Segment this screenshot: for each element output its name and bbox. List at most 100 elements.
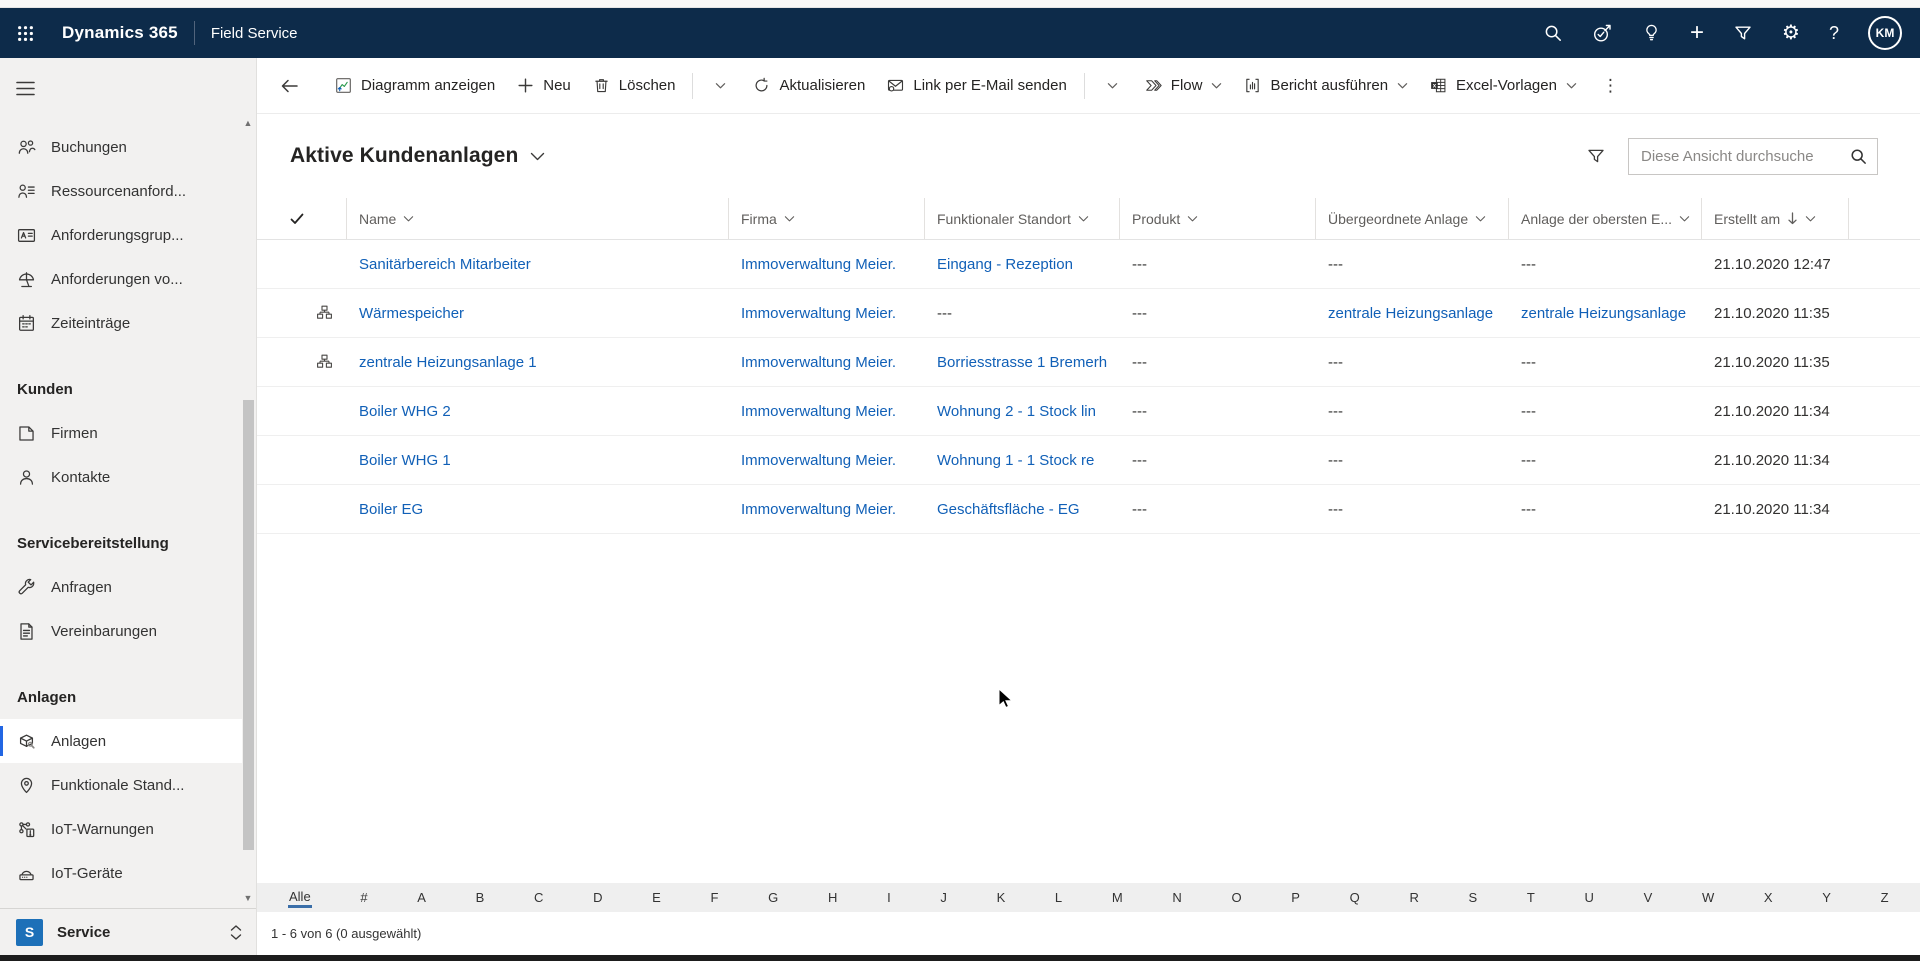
asset-name-link[interactable]: zentrale Heizungsanlage 1 — [347, 338, 729, 386]
excel-templates-button[interactable]: x Excel-Vorlagen — [1419, 67, 1588, 105]
alpha-filter[interactable]: I — [886, 888, 892, 907]
column-header-erstellt-am[interactable]: Erstellt am — [1702, 198, 1849, 239]
sidebar-item-anforderungsgruppen[interactable]: Anforderungsgrup... — [0, 213, 242, 257]
column-header-name[interactable]: Name — [347, 198, 729, 239]
alpha-filter[interactable]: L — [1054, 888, 1063, 907]
sidebar-item-kontakte[interactable]: Kontakte — [0, 455, 242, 499]
sidebar-item-iot-geraete[interactable]: IoT-Geräte — [0, 851, 242, 895]
column-header-funktionaler-standort[interactable]: Funktionaler Standort — [925, 198, 1120, 239]
table-row[interactable]: Boiler WHG 1 Immoverwaltung Meier. Wohnu… — [257, 436, 1920, 485]
search-icon[interactable] — [1849, 147, 1868, 166]
standort-link[interactable]: Wohnung 2 - 1 Stock lin — [925, 387, 1120, 435]
column-header-produkt[interactable]: Produkt — [1120, 198, 1316, 239]
hierarchy-icon[interactable] — [316, 305, 333, 322]
alpha-filter-alle[interactable]: Alle — [288, 887, 312, 908]
firma-link[interactable]: Immoverwaltung Meier. — [729, 436, 925, 484]
firma-link[interactable]: Immoverwaltung Meier. — [729, 485, 925, 533]
alpha-filter[interactable]: D — [592, 888, 603, 907]
app-name[interactable]: Field Service — [211, 25, 298, 42]
asset-name-link[interactable]: Boiler EG — [347, 485, 729, 533]
search-icon[interactable] — [1543, 23, 1563, 43]
delete-button[interactable]: Löschen — [582, 67, 687, 105]
sidebar-item-ressourcenanforderungen[interactable]: Ressourcenanford... — [0, 169, 242, 213]
sidebar-scrollbar[interactable]: ▲ ▼ — [242, 118, 255, 903]
firma-link[interactable]: Immoverwaltung Meier. — [729, 338, 925, 386]
alpha-filter[interactable]: Q — [1349, 888, 1361, 907]
alpha-filter[interactable]: P — [1290, 888, 1301, 907]
table-row[interactable]: Boiler EG Immoverwaltung Meier. Geschäft… — [257, 485, 1920, 534]
sidebar-item-anforderungen-von[interactable]: Anforderungen vo... — [0, 257, 242, 301]
anlage-oberste-link[interactable]: zentrale Heizungsanlage — [1509, 289, 1702, 337]
sidebar-item-vereinbarungen[interactable]: Vereinbarungen — [0, 609, 242, 653]
alpha-filter[interactable]: X — [1763, 888, 1774, 907]
scrollbar-thumb[interactable] — [243, 400, 254, 850]
sidebar-item-buchungen[interactable]: Buchungen — [0, 125, 242, 169]
alpha-filter[interactable]: T — [1526, 888, 1536, 907]
sidebar-item-anfragen[interactable]: Anfragen — [0, 565, 242, 609]
search-input[interactable] — [1629, 148, 1849, 165]
table-row[interactable]: Wärmespeicher Immoverwaltung Meier. --- … — [257, 289, 1920, 338]
dynamics-365-logo[interactable]: Dynamics 365 — [62, 23, 178, 43]
check-compass-icon[interactable] — [1592, 23, 1612, 43]
lightbulb-icon[interactable] — [1641, 23, 1661, 43]
alpha-filter[interactable]: # — [359, 888, 368, 907]
view-selector[interactable]: Aktive Kundenanlagen — [290, 144, 545, 168]
alpha-filter[interactable]: S — [1468, 888, 1479, 907]
email-overflow-chevron-icon[interactable] — [1091, 67, 1134, 105]
alpha-filter[interactable]: B — [475, 888, 486, 907]
table-row[interactable]: Boiler WHG 2 Immoverwaltung Meier. Wohnu… — [257, 387, 1920, 436]
alpha-filter[interactable]: V — [1643, 888, 1654, 907]
sidebar-item-zeiteintraege[interactable]: Zeiteinträge — [0, 301, 242, 345]
row-select-cell[interactable] — [257, 436, 347, 484]
sidebar-item-anlagen[interactable]: Anlagen — [0, 719, 242, 763]
sidebar-item-iot-warnungen[interactable]: IoT-Warnungen — [0, 807, 242, 851]
filter-icon[interactable] — [1733, 23, 1753, 43]
standort-link[interactable]: Geschäftsfläche - EG — [925, 485, 1120, 533]
email-link-button[interactable]: Link per E-Mail senden — [876, 67, 1077, 105]
scroll-up-icon[interactable]: ▲ — [243, 118, 253, 128]
hamburger-menu-icon[interactable] — [16, 78, 40, 98]
alpha-filter[interactable]: U — [1584, 888, 1595, 907]
alpha-filter[interactable]: O — [1230, 888, 1242, 907]
back-button[interactable] — [269, 67, 310, 105]
alpha-filter[interactable]: Y — [1821, 888, 1832, 907]
row-select-cell[interactable] — [257, 240, 347, 288]
run-report-button[interactable]: Bericht ausführen — [1233, 67, 1419, 105]
alpha-filter[interactable]: A — [416, 888, 427, 907]
sidebar-item-firmen[interactable]: Firmen — [0, 411, 242, 455]
alpha-filter[interactable]: G — [767, 888, 779, 907]
filter-funnel-icon[interactable] — [1586, 146, 1606, 166]
user-avatar[interactable]: KM — [1868, 16, 1902, 50]
column-header-anlage-der-obersten-ebene[interactable]: Anlage der obersten E... — [1509, 198, 1702, 239]
column-header-firma[interactable]: Firma — [729, 198, 925, 239]
table-row[interactable]: Sanitärbereich Mitarbeiter Immoverwaltun… — [257, 240, 1920, 289]
row-select-cell[interactable] — [257, 485, 347, 533]
area-switcher-chevrons-icon[interactable] — [230, 925, 242, 940]
delete-overflow-chevron-icon[interactable] — [699, 67, 742, 105]
hierarchy-icon[interactable] — [316, 354, 333, 371]
scroll-down-icon[interactable]: ▼ — [243, 893, 253, 903]
asset-name-link[interactable]: Wärmespeicher — [347, 289, 729, 337]
uebergeordnete-anlage-link[interactable]: zentrale Heizungsanlage — [1316, 289, 1509, 337]
standort-link[interactable]: Wohnung 1 - 1 Stock re — [925, 436, 1120, 484]
flow-button[interactable]: Flow — [1134, 67, 1234, 105]
alpha-filter[interactable]: K — [996, 888, 1007, 907]
row-select-cell[interactable] — [257, 387, 347, 435]
command-overflow-icon[interactable]: ⋮ — [1588, 76, 1633, 96]
asset-name-link[interactable]: Sanitärbereich Mitarbeiter — [347, 240, 729, 288]
app-launcher-waffle-icon[interactable] — [0, 8, 50, 58]
alpha-filter[interactable]: R — [1408, 888, 1419, 907]
alpha-filter[interactable]: F — [710, 888, 720, 907]
row-select-cell[interactable] — [257, 338, 347, 386]
standort-link[interactable]: Borriesstrasse 1 Bremerh — [925, 338, 1120, 386]
standort-link[interactable]: Eingang - Rezeption — [925, 240, 1120, 288]
alpha-filter[interactable]: H — [827, 888, 838, 907]
alpha-filter[interactable]: W — [1701, 888, 1715, 907]
asset-name-link[interactable]: Boiler WHG 2 — [347, 387, 729, 435]
new-button[interactable]: Neu — [506, 67, 582, 105]
column-header-uebergeordnete-anlage[interactable]: Übergeordnete Anlage — [1316, 198, 1509, 239]
show-chart-button[interactable]: Diagramm anzeigen — [324, 67, 506, 105]
new-record-plus-icon[interactable]: + — [1690, 21, 1704, 45]
asset-name-link[interactable]: Boiler WHG 1 — [347, 436, 729, 484]
alpha-filter[interactable]: M — [1111, 888, 1124, 907]
